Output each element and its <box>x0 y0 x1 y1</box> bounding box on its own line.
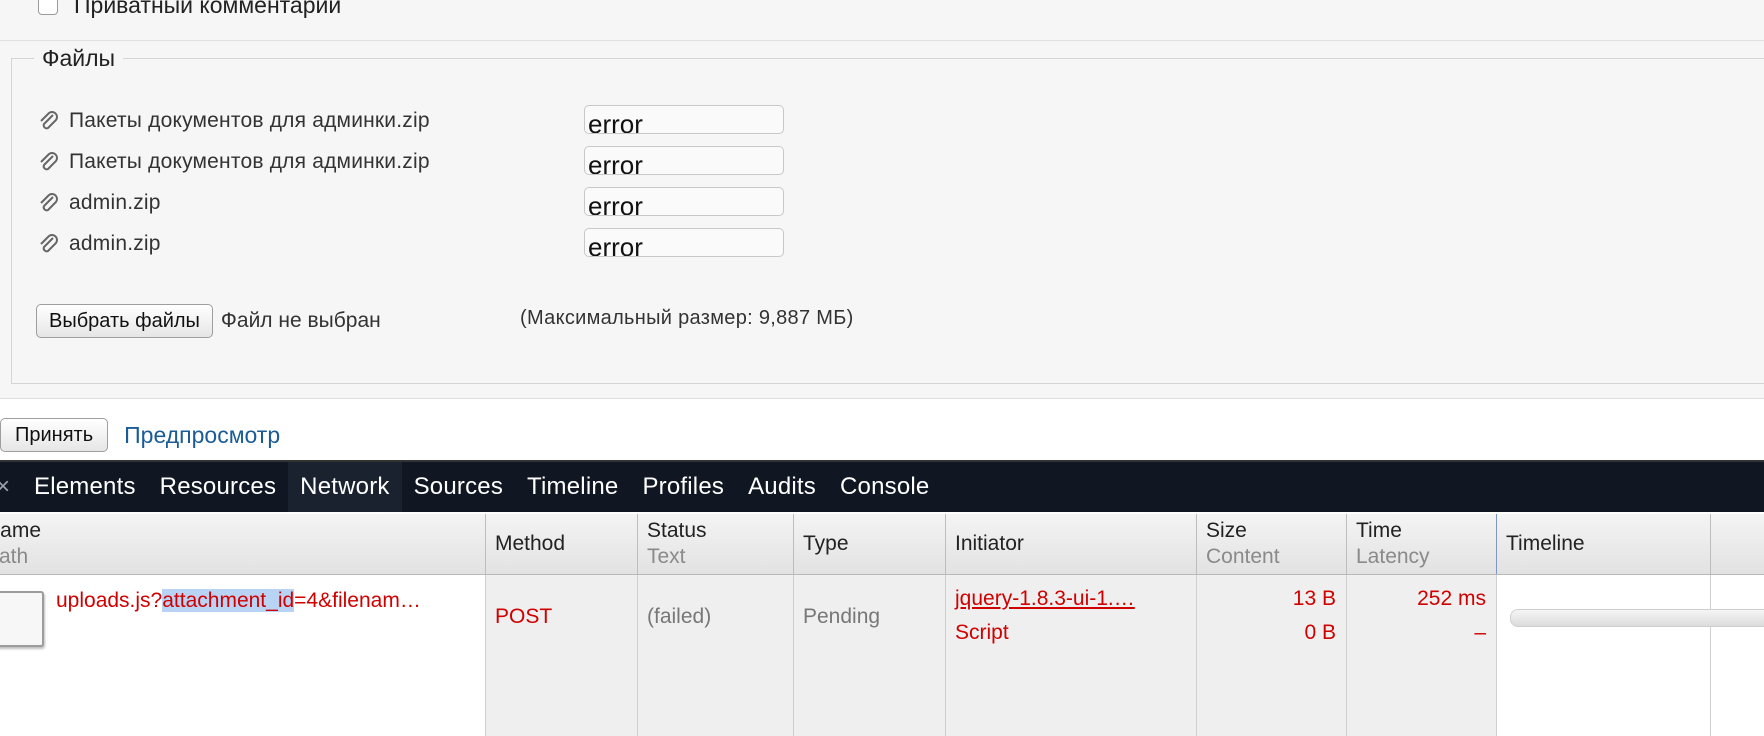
url-prefix: uploads.js? <box>56 589 163 612</box>
private-comment-row[interactable]: Приватный комментарий <box>38 0 341 20</box>
attachment-link[interactable]: Пакеты документов для админки.zip <box>69 109 430 133</box>
paperclip-icon <box>40 111 58 130</box>
initiator-link[interactable]: jquery-1.8.3-ui-1.… <box>955 585 1135 613</box>
column-header-timeline[interactable]: Timeline <box>1497 514 1711 574</box>
close-icon[interactable]: × <box>0 473 10 501</box>
column-main-label: Time <box>1356 519 1402 542</box>
files-fieldset: Файлы Пакеты документов для админки.zip … <box>11 45 1764 384</box>
column-header-method[interactable]: Method <box>486 514 638 574</box>
form-actions: Принять Предпросмотр <box>0 418 280 452</box>
column-sub-label: Content <box>1206 545 1280 568</box>
column-main-label: Timeline <box>1506 532 1585 555</box>
file-input-row: Выбрать файлы Файл не выбран <box>36 303 381 339</box>
initiator-type: Script <box>955 621 1009 644</box>
no-file-chosen-label: Файл не выбран <box>220 309 381 332</box>
column-main-label: Initiator <box>955 532 1024 555</box>
tab-sources[interactable]: Sources <box>402 462 515 512</box>
paperclip-icon <box>40 234 58 253</box>
column-header-initiator[interactable]: Initiator <box>946 514 1197 574</box>
attachment-link[interactable]: admin.zip <box>69 191 161 215</box>
cell-timeline <box>1497 575 1711 736</box>
preview-link[interactable]: Предпросмотр <box>124 422 280 449</box>
url-suffix: =4&filenam… <box>294 589 421 612</box>
cell-name[interactable]: uploads.js?attachment_id=4&filenam… <box>0 575 486 736</box>
tab-timeline[interactable]: Timeline <box>515 462 630 512</box>
divider <box>0 40 1764 41</box>
cell-method: POST <box>486 575 638 736</box>
column-main-label: Size <box>1206 519 1247 542</box>
attachment-link[interactable]: admin.zip <box>69 232 161 256</box>
column-main-label: Name <box>0 519 42 542</box>
attachment-link[interactable]: Пакеты документов для админки.zip <box>69 150 430 174</box>
paperclip-icon <box>40 193 58 212</box>
submit-button[interactable]: Принять <box>0 418 109 452</box>
paperclip-icon <box>40 152 58 171</box>
tab-audits[interactable]: Audits <box>736 462 828 512</box>
column-header-status[interactable]: Status Text <box>638 514 794 574</box>
tab-elements[interactable]: Elements <box>22 462 148 512</box>
column-sub-label: Latency <box>1356 545 1430 568</box>
column-sub-label: Text <box>647 545 686 568</box>
document-icon <box>0 591 44 647</box>
tab-profiles[interactable]: Profiles <box>630 462 736 512</box>
devtools-toolbar: × Elements Resources Network Sources Tim… <box>0 462 1764 512</box>
attachment-status: error <box>584 146 784 175</box>
comment-form-area: Приватный комментарий Файлы Пакеты докум… <box>0 0 1764 399</box>
column-header-type[interactable]: Type <box>794 514 946 574</box>
network-table-header: Name Path Method Status Text Type Initia… <box>0 514 1764 575</box>
request-status: (failed) <box>647 605 712 628</box>
attachment-row: Пакеты документов для админки.zip <box>37 104 430 138</box>
network-table-body: uploads.js?attachment_id=4&filenam… POST… <box>0 575 1764 736</box>
tab-console[interactable]: Console <box>828 462 941 512</box>
attachment-row: admin.zip <box>37 186 161 220</box>
column-sub-label: Path <box>0 545 29 568</box>
attachment-row: admin.zip <box>37 227 161 261</box>
cell-filler <box>1711 575 1764 736</box>
timeline-bar <box>1510 609 1764 627</box>
attachment-row: Пакеты документов для админки.zip <box>37 145 430 179</box>
cell-time: 252 ms – <box>1347 575 1497 736</box>
request-latency: – <box>1474 621 1486 644</box>
choose-files-button[interactable]: Выбрать файлы <box>36 304 213 338</box>
column-main-label: Status <box>647 519 707 542</box>
files-legend: Файлы <box>34 45 124 72</box>
url-selected-text: attachment_id <box>162 589 295 612</box>
column-header-time[interactable]: Time Latency <box>1347 514 1497 574</box>
request-time: 252 ms <box>1417 587 1486 610</box>
column-header-name[interactable]: Name Path <box>0 514 486 574</box>
private-comment-label: Приватный комментарий <box>74 0 342 18</box>
cell-type: Pending <box>794 575 946 736</box>
column-main-label: Type <box>803 532 849 555</box>
tab-network[interactable]: Network <box>288 462 402 512</box>
attachment-status: error <box>584 187 784 216</box>
tab-resources[interactable]: Resources <box>148 462 289 512</box>
column-main-label: Method <box>495 532 566 555</box>
attachment-status: error <box>584 228 784 257</box>
request-size: 13 B <box>1292 587 1336 610</box>
max-size-note: (Максимальный размер: 9,887 МБ) <box>520 307 854 329</box>
cell-size: 13 B 0 B <box>1197 575 1347 736</box>
attachment-status: error <box>584 105 784 134</box>
request-content-size: 0 B <box>1304 621 1336 644</box>
cell-initiator: jquery-1.8.3-ui-1.… Script <box>946 575 1197 736</box>
request-url[interactable]: uploads.js?attachment_id=4&filenam… <box>56 587 421 615</box>
column-header-size[interactable]: Size Content <box>1197 514 1347 574</box>
request-method: POST <box>495 605 553 628</box>
request-type: Pending <box>803 605 881 628</box>
private-comment-checkbox[interactable] <box>38 0 58 15</box>
cell-status: (failed) <box>638 575 794 736</box>
